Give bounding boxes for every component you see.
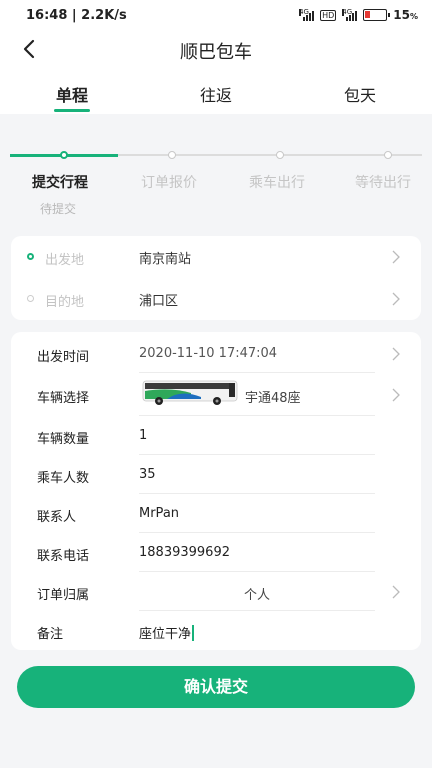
tab-day-charter[interactable]: 包天 xyxy=(320,82,400,106)
signal-icon: 4G xyxy=(299,9,315,21)
page-title: 顺巴包车 xyxy=(180,42,252,63)
status-time: 16:48 | 2.2K/s xyxy=(26,8,127,23)
remark-row[interactable]: 备注 座位干净 xyxy=(11,611,421,650)
trip-type-tabs: 单程 往返 包天 xyxy=(0,68,432,114)
destination-dot-icon xyxy=(27,295,34,302)
battery-icon xyxy=(363,9,391,21)
depart-time-value: 2020-11-10 17:47:04 xyxy=(139,346,278,361)
hd-icon: HD xyxy=(320,9,337,21)
destination-value: 浦口区 xyxy=(139,294,179,309)
order-status: 待提交 xyxy=(40,202,77,216)
depart-time-label: 出发时间 xyxy=(37,350,90,365)
progress-dot-2 xyxy=(168,151,176,159)
order-owner-value: 个人 xyxy=(243,588,270,603)
step-submit-trip: 提交行程 xyxy=(32,175,88,191)
phone-label: 联系电话 xyxy=(37,549,90,564)
text-cursor xyxy=(192,625,195,641)
vehicle-count-input[interactable]: 1 xyxy=(139,428,147,443)
destination-row[interactable]: 目的地 浦口区 xyxy=(11,278,421,320)
vehicle-count-row[interactable]: 车辆数量 1 xyxy=(11,416,421,455)
passengers-row[interactable]: 乘车人数 35 xyxy=(11,455,421,494)
vehicle-select-row[interactable]: 车辆选择 宇通48座 xyxy=(11,373,421,416)
remark-label: 备注 xyxy=(37,627,64,642)
chevron-right-icon xyxy=(392,250,400,264)
status-icons: 4G HD 4G 15% xyxy=(299,8,418,22)
departure-row[interactable]: 出发地 南京南站 xyxy=(11,236,421,278)
contact-label: 联系人 xyxy=(37,510,77,525)
chevron-right-icon xyxy=(392,347,400,361)
order-owner-label: 订单归属 xyxy=(37,588,90,603)
departure-label: 出发地 xyxy=(45,253,85,268)
vehicle-count-label: 车辆数量 xyxy=(37,432,90,447)
destination-label: 目的地 xyxy=(45,295,85,310)
progress-dot-1 xyxy=(60,151,68,159)
status-bar: 16:48 | 2.2K/s 4G HD 4G 15% xyxy=(0,0,432,32)
remark-input[interactable]: 座位干净 xyxy=(139,623,195,642)
passengers-label: 乘车人数 xyxy=(37,471,90,486)
departure-value: 南京南站 xyxy=(139,252,192,267)
departure-dot-icon xyxy=(27,253,34,260)
contact-input[interactable]: MrPan xyxy=(139,506,179,521)
confirm-submit-button[interactable]: 确认提交 xyxy=(17,666,415,708)
step-waiting: 等待出行 xyxy=(355,175,411,191)
step-ride: 乘车出行 xyxy=(249,175,305,191)
tab-one-way[interactable]: 单程 xyxy=(32,82,112,106)
step-order-quote: 订单报价 xyxy=(141,175,197,191)
order-owner-row[interactable]: 订单归属 个人 xyxy=(11,572,421,611)
vehicle-value: 宇通48座 xyxy=(245,391,301,406)
progress-dot-4 xyxy=(384,151,392,159)
battery-percent: 15% xyxy=(393,8,418,22)
active-tab-indicator xyxy=(54,109,90,112)
tab-round-trip[interactable]: 往返 xyxy=(176,82,256,106)
passengers-input[interactable]: 35 xyxy=(139,467,156,482)
signal-icon-2: 4G xyxy=(342,9,358,21)
app-header: 顺巴包车 xyxy=(0,32,432,68)
depart-time-row[interactable]: 出发时间 2020-11-10 17:47:04 xyxy=(11,334,421,373)
phone-row[interactable]: 联系电话 18839399692 xyxy=(11,533,421,572)
location-card: 出发地 南京南站 目的地 浦口区 xyxy=(11,236,421,320)
contact-row[interactable]: 联系人 MrPan xyxy=(11,494,421,533)
vehicle-label: 车辆选择 xyxy=(37,391,90,406)
order-progress: 提交行程 订单报价 乘车出行 等待出行 待提交 xyxy=(0,114,432,224)
chevron-right-icon xyxy=(392,292,400,306)
chevron-right-icon xyxy=(392,585,400,599)
chevron-right-icon xyxy=(392,388,400,402)
trip-form-card: 出发时间 2020-11-10 17:47:04 车辆选择 宇通48座 车辆数量… xyxy=(11,332,421,650)
phone-input[interactable]: 18839399692 xyxy=(139,545,230,560)
remark-text: 座位干净 xyxy=(139,627,192,642)
progress-dot-3 xyxy=(276,151,284,159)
progress-track xyxy=(10,153,422,157)
bus-image xyxy=(142,380,238,405)
